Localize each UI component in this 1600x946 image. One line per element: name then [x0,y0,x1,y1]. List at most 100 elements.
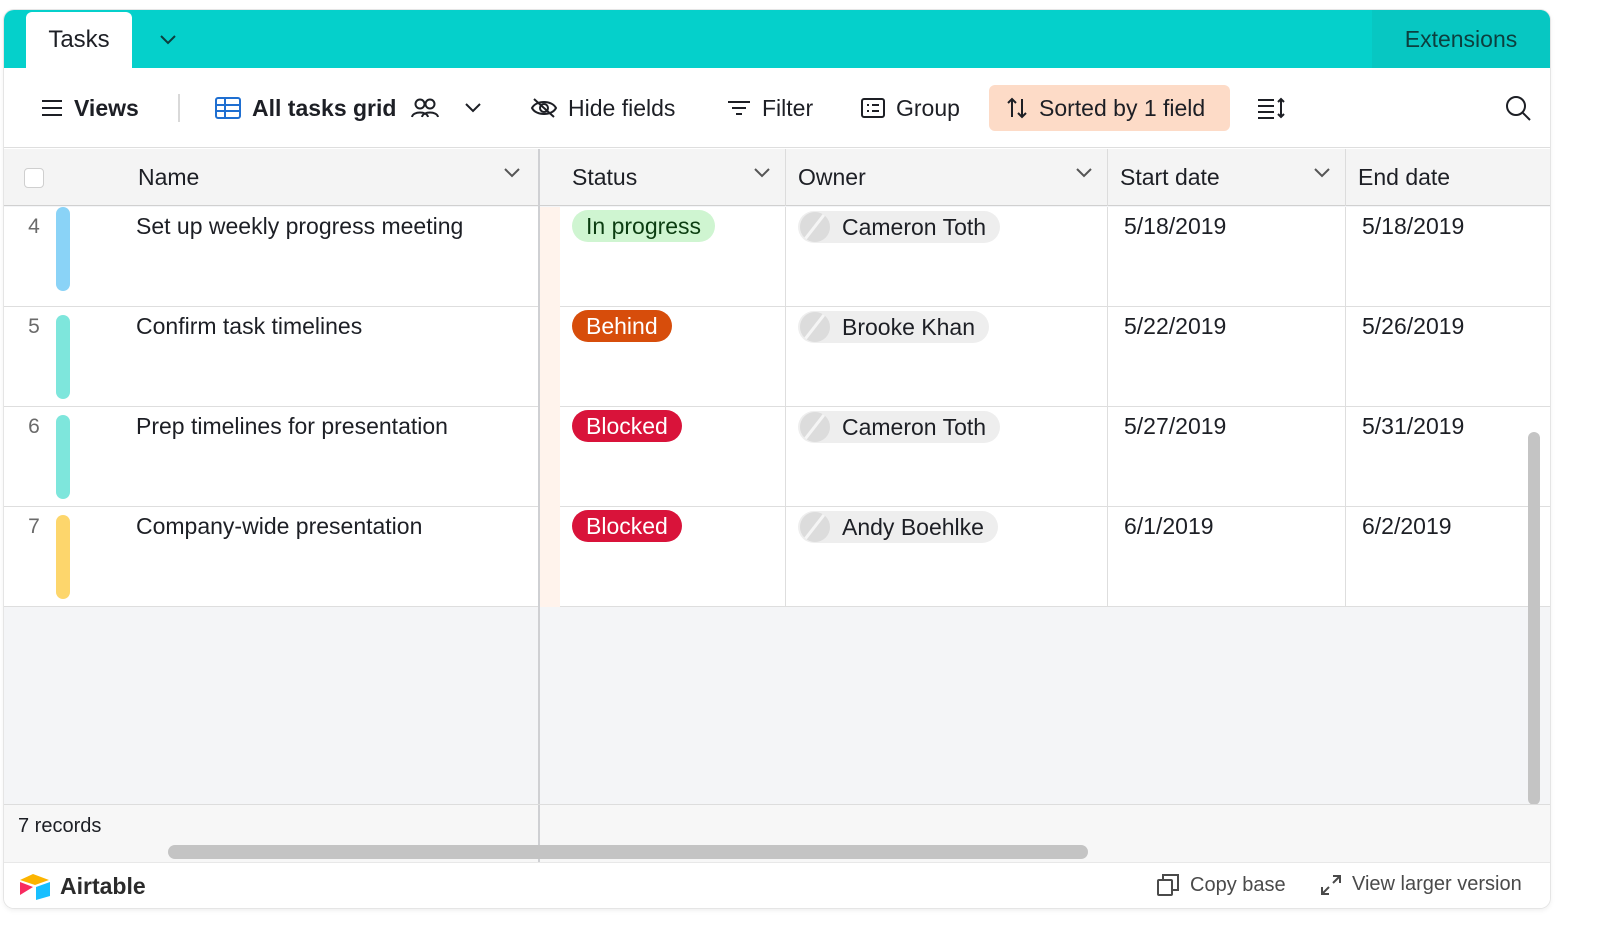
empty-grid-area [4,607,538,804]
row-number: 4 [28,215,40,238]
column-header-end-date[interactable]: End date [1346,149,1550,206]
table-row[interactable]: 5 Confirm task timelines Behind Brooke K… [4,307,1550,407]
owner-cell[interactable]: Cameron Toth [786,207,1108,307]
views-label: Views [74,94,139,121]
select-all-cell [4,149,120,206]
name-cell[interactable]: Set up weekly progress meeting [120,207,540,307]
filter-button[interactable]: Filter [726,86,813,130]
records-grid: Name Status Owner Start date End date 4 … [4,149,1550,805]
column-header-name[interactable]: Name [120,149,540,206]
record-count: 7 records [18,815,102,837]
group-icon [861,98,885,118]
row-color-bar [56,315,70,399]
tab-tasks-label: Tasks [48,26,110,53]
column-header-owner[interactable]: Owner [786,149,1108,206]
end-date-value: 5/18/2019 [1362,213,1465,239]
view-larger-link[interactable]: View larger version [1320,873,1522,896]
start-date-cell[interactable]: 5/27/2019 [1108,407,1346,507]
chevron-down-icon[interactable] [503,167,521,179]
tables-dropdown-button[interactable] [154,26,182,54]
row-number: 7 [28,515,40,538]
chevron-down-icon[interactable] [1313,167,1331,179]
sort-button[interactable]: Sorted by 1 field [989,85,1230,131]
status-cell[interactable]: Blocked [560,507,786,607]
horizontal-scrollbar[interactable] [168,845,1088,859]
end-date-cell[interactable]: 5/26/2019 [1346,307,1550,407]
filter-icon [728,101,750,115]
chevron-down-icon[interactable] [753,167,771,179]
expand-icon [1321,874,1341,895]
views-button[interactable]: Views [40,86,139,130]
start-date-cell[interactable]: 5/18/2019 [1108,207,1346,307]
avatar [800,312,830,342]
chevron-down-icon[interactable] [1075,167,1093,179]
status-badge: In progress [572,210,716,242]
avatar [800,412,830,442]
column-header-row: Name Status Owner Start date End date [4,149,1550,206]
owner-cell[interactable]: Andy Boehlke [786,507,1108,607]
chevron-down-icon [160,35,176,45]
airtable-logo[interactable]: Airtable [18,872,146,900]
eye-off-icon [530,98,558,118]
owner-name: Cameron Toth [842,213,987,240]
name-cell[interactable]: Prep timelines for presentation [120,407,540,507]
end-date-cell[interactable]: 5/18/2019 [1346,207,1550,307]
group-label: Group [896,94,960,121]
row-height-button[interactable] [1256,86,1296,130]
toolbar-divider [178,94,180,122]
view-switcher[interactable]: All tasks grid [214,86,492,130]
task-name: Prep timelines for presentation [136,413,448,439]
start-date-cell[interactable]: 6/1/2019 [1108,507,1346,607]
column-start-date-label: Start date [1120,164,1220,190]
column-header-status[interactable]: Status [560,149,786,206]
table-tab-bar: Tasks Extensions [4,10,1550,68]
owner-cell[interactable]: Brooke Khan [786,307,1108,407]
chevron-down-icon [465,103,482,113]
tab-tasks[interactable]: Tasks [26,12,132,68]
status-badge: Blocked [572,410,682,442]
column-name-label: Name [138,164,200,190]
table-row[interactable]: 6 Prep timelines for presentation Blocke… [4,407,1550,507]
end-date-cell[interactable]: 5/31/2019 [1346,407,1550,507]
name-cell[interactable]: Company-wide presentation [120,507,540,607]
vertical-scrollbar[interactable] [1528,432,1540,805]
owner-chip: Cameron Toth [798,411,1001,443]
grid-summary-bar: 7 records [4,804,1550,863]
owner-name: Andy Boehlke [842,513,984,540]
column-header-start-date[interactable]: Start date [1108,149,1346,206]
end-date-value: 6/2/2019 [1362,513,1452,539]
owner-chip: Brooke Khan [798,311,989,343]
view-larger-label: View larger version [1352,873,1522,895]
row-color-bar [56,515,70,599]
filter-label: Filter [762,94,814,121]
end-date-value: 5/31/2019 [1362,413,1465,439]
sort-label: Sorted by 1 field [1039,94,1206,121]
start-date-cell[interactable]: 5/22/2019 [1108,307,1346,407]
status-cell[interactable]: In progress [560,207,786,307]
task-name: Set up weekly progress meeting [136,213,464,239]
table-row[interactable]: 4 Set up weekly progress meeting In prog… [4,207,1550,307]
copy-base-link[interactable]: Copy base [1156,873,1286,897]
start-date-value: 6/1/2019 [1124,513,1214,539]
name-cell[interactable]: Confirm task timelines [120,307,540,407]
hide-fields-button[interactable]: Hide fields [530,86,675,130]
table-row[interactable]: 7 Company-wide presentation Blocked Andy… [4,507,1550,607]
extensions-button[interactable]: Extensions [1372,10,1550,68]
end-date-cell[interactable]: 6/2/2019 [1346,507,1550,607]
airtable-embed: Tasks Extensions Views All tasks grid Hi… [4,10,1550,908]
select-all-checkbox[interactable] [24,168,44,188]
start-date-value: 5/22/2019 [1124,313,1227,339]
avatar [800,212,830,242]
extensions-label: Extensions [1404,25,1518,52]
row-number: 6 [28,415,40,438]
row-number: 5 [28,315,40,338]
group-button[interactable]: Group [860,86,960,130]
search-button[interactable] [1504,86,1542,130]
grid-view-icon [215,97,241,119]
frozen-column-divider[interactable] [538,149,540,804]
status-cell[interactable]: Blocked [560,407,786,507]
column-status-label: Status [572,164,638,190]
row-height-icon [1258,97,1285,119]
status-cell[interactable]: Behind [560,307,786,407]
owner-cell[interactable]: Cameron Toth [786,407,1108,507]
